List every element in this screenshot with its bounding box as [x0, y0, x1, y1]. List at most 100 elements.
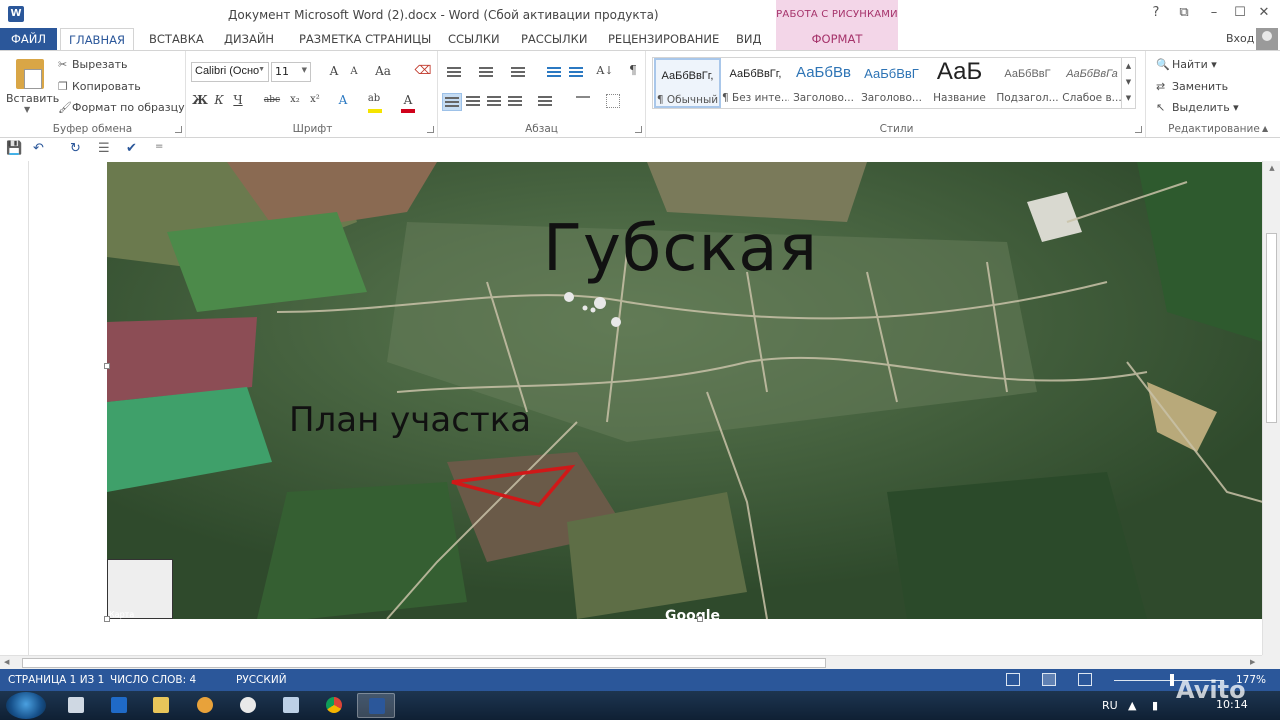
style-subtitle[interactable]: АаБбВвГ Подзагол...: [994, 58, 1061, 108]
taskbar-chrome[interactable]: [315, 693, 353, 718]
align-center-button[interactable]: [464, 94, 482, 110]
align-right-button[interactable]: [485, 94, 503, 110]
superscript-button[interactable]: x²: [306, 94, 324, 105]
dialog-launcher-icon[interactable]: [1135, 126, 1142, 133]
horizontal-scrollbar[interactable]: ◀ ▶: [0, 655, 1262, 669]
tab-home[interactable]: ГЛАВНАЯ: [60, 28, 134, 50]
style-no-spacing[interactable]: АаБбВвГг, ¶ Без инте...: [722, 58, 789, 108]
replace-button[interactable]: ⇄ Заменить: [1156, 80, 1228, 93]
style-heading-2[interactable]: АаБбВвГ Заголово...: [858, 58, 925, 108]
change-case-button[interactable]: Aa: [371, 64, 395, 78]
save-icon[interactable]: 💾: [6, 141, 22, 156]
chevron-down-icon[interactable]: ▼: [1122, 74, 1135, 90]
chevron-down-icon[interactable]: ▼: [24, 105, 30, 114]
vertical-scrollbar[interactable]: ▲: [1262, 161, 1280, 655]
shrink-font-button[interactable]: A: [345, 66, 363, 77]
language-tray[interactable]: RU: [1102, 699, 1118, 712]
tray-arrow-icon[interactable]: ▲: [1128, 699, 1136, 712]
styles-scroll[interactable]: ▲ ▼ ▼: [1121, 58, 1135, 108]
tab-review[interactable]: РЕЦЕНЗИРОВАНИЕ: [600, 28, 727, 50]
increase-indent-icon[interactable]: [566, 65, 584, 81]
taskbar-clock-app[interactable]: [229, 693, 267, 718]
style-heading-1[interactable]: АаБбВв Заголово...: [790, 58, 857, 108]
italic-button[interactable]: К: [210, 93, 228, 107]
style-subtle-emphasis[interactable]: АаБбВвГа Слабое в...: [1062, 58, 1122, 108]
shading-icon[interactable]: [574, 94, 592, 110]
taskbar-notepad[interactable]: [272, 693, 310, 718]
word-app-icon[interactable]: W: [8, 6, 24, 22]
language-indicator[interactable]: РУССКИЙ: [236, 674, 287, 686]
paste-icon[interactable]: [16, 59, 44, 89]
select-button[interactable]: ↖ Выделить ▾: [1156, 101, 1239, 114]
collapse-ribbon-icon[interactable]: ▲: [1262, 124, 1268, 133]
cut-button[interactable]: ✂ Вырезать: [58, 58, 127, 71]
tab-page-layout[interactable]: РАЗМЕТКА СТРАНИЦЫ: [291, 28, 439, 50]
sign-in-link[interactable]: Вход: [1226, 32, 1254, 45]
word-count[interactable]: ЧИСЛО СЛОВ: 4: [110, 674, 196, 686]
vertical-scroll-thumb[interactable]: [1266, 233, 1277, 423]
underline-button[interactable]: Ч: [229, 93, 247, 107]
tab-mailings[interactable]: РАССЫЛКИ: [513, 28, 595, 50]
customize-qat-icon[interactable]: =: [155, 141, 163, 152]
more-styles-icon[interactable]: ▼: [1122, 90, 1135, 106]
print-layout-icon[interactable]: [1042, 673, 1056, 686]
font-size-select[interactable]: 11 ▼: [271, 62, 311, 82]
resize-handle[interactable]: [697, 616, 703, 622]
copy-button[interactable]: ❐ Копировать: [58, 80, 141, 93]
tab-view[interactable]: ВИД: [728, 28, 769, 50]
tab-design[interactable]: ДИЗАЙН: [216, 28, 282, 50]
zoom-slider-thumb[interactable]: [1170, 674, 1174, 686]
numbering-icon[interactable]: [476, 65, 494, 81]
bold-button[interactable]: Ж: [191, 93, 209, 107]
scroll-right-icon[interactable]: ▶: [1250, 658, 1255, 666]
grow-font-button[interactable]: A: [325, 64, 343, 78]
scroll-left-icon[interactable]: ◀: [4, 658, 9, 666]
dialog-launcher-icon[interactable]: [427, 126, 434, 133]
tab-format[interactable]: ФОРМАТ: [776, 28, 898, 50]
network-icon[interactable]: ▮: [1152, 699, 1158, 712]
tab-references[interactable]: ССЫЛКИ: [440, 28, 508, 50]
taskbar-explorer[interactable]: [142, 693, 180, 718]
borders-icon[interactable]: [606, 94, 620, 108]
justify-button[interactable]: [506, 94, 524, 110]
dialog-launcher-icon[interactable]: [635, 126, 642, 133]
horizontal-scroll-thumb[interactable]: [22, 658, 826, 668]
paste-button[interactable]: Вставить: [6, 92, 59, 105]
text-effects-button[interactable]: A: [334, 93, 352, 107]
dialog-launcher-icon[interactable]: [175, 126, 182, 133]
format-painter-button[interactable]: 🖌Формат по образцу: [58, 101, 185, 114]
spelling-icon[interactable]: ✔: [126, 141, 137, 156]
taskbar-media-player[interactable]: [57, 693, 95, 718]
font-name-select[interactable]: Calibri (Осно ▼: [191, 62, 269, 82]
style-normal[interactable]: АаБбВвГг, ¶ Обычный: [654, 58, 721, 108]
decrease-indent-icon[interactable]: [544, 65, 562, 81]
close-button[interactable]: ✕: [1254, 5, 1274, 23]
align-left-button[interactable]: [442, 93, 462, 111]
line-spacing-icon[interactable]: [534, 94, 552, 110]
tab-insert[interactable]: ВСТАВКА: [141, 28, 212, 50]
tab-file[interactable]: ФАЙЛ: [0, 28, 57, 50]
subscript-button[interactable]: x₂: [286, 94, 304, 105]
clear-formatting-icon[interactable]: ⌫: [414, 63, 432, 77]
help-button[interactable]: ?: [1146, 5, 1166, 23]
show-formatting-marks-button[interactable]: ¶: [624, 63, 642, 77]
scroll-up-icon[interactable]: ▲: [1263, 161, 1280, 175]
avatar[interactable]: [1256, 28, 1278, 50]
taskbar-word[interactable]: [357, 693, 395, 718]
undo-icon[interactable]: ↶: [33, 141, 44, 156]
taskbar-outlook[interactable]: [100, 693, 138, 718]
read-mode-icon[interactable]: [1006, 673, 1020, 686]
web-layout-icon[interactable]: [1078, 673, 1092, 686]
resize-handle[interactable]: [104, 363, 110, 369]
chevron-up-icon[interactable]: ▲: [1122, 58, 1135, 74]
style-title[interactable]: АаБ Название: [926, 58, 993, 108]
resize-handle[interactable]: [104, 616, 110, 622]
find-button[interactable]: 🔍 Найти ▾: [1156, 58, 1217, 71]
start-button[interactable]: [6, 692, 46, 719]
redo-icon[interactable]: ↻: [70, 141, 81, 156]
bullets-icon[interactable]: [444, 65, 462, 81]
page-count[interactable]: СТРАНИЦА 1 ИЗ 1: [8, 674, 104, 686]
multilevel-list-icon[interactable]: [508, 65, 526, 81]
maximize-button[interactable]: ☐: [1230, 5, 1250, 23]
taskbar-app[interactable]: [186, 693, 224, 718]
